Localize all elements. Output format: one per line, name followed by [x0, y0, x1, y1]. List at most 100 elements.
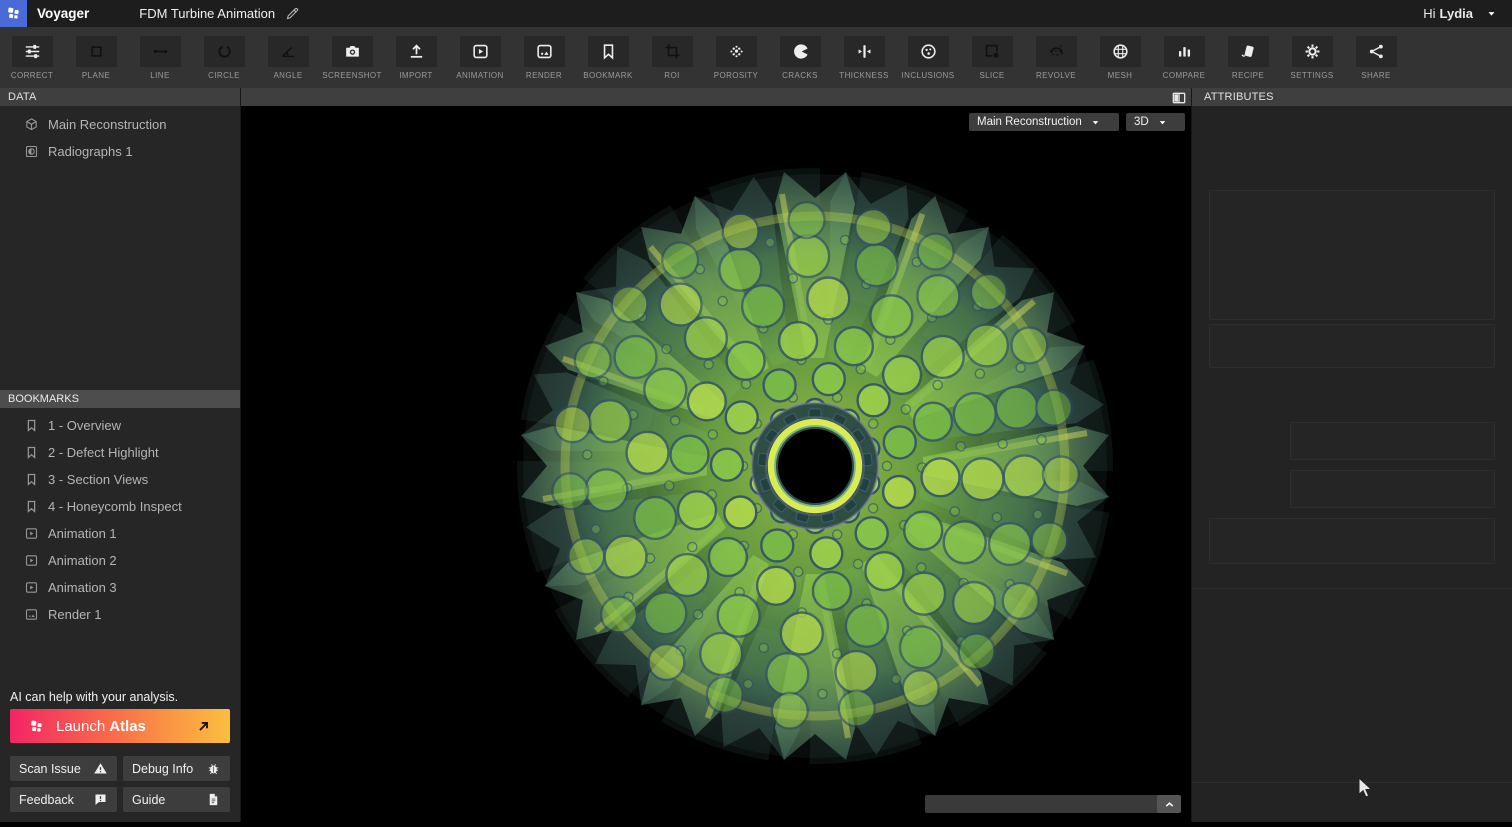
feedback-icon — [93, 792, 108, 807]
disabled-field-outline — [1290, 422, 1495, 460]
scan-issue-button[interactable]: Scan Issue — [10, 756, 117, 781]
plane-icon — [76, 36, 117, 67]
chevron-down-icon — [1485, 7, 1498, 20]
dataset-dropdown[interactable]: Main Reconstruction — [969, 113, 1119, 131]
tool-label: PLANE — [82, 71, 110, 80]
data-item-main-reconstruction[interactable]: Main Reconstruction — [0, 111, 240, 138]
tool-label: INCLUSIONS — [902, 71, 955, 80]
bookmark-icon — [24, 499, 39, 514]
volume-cube-icon — [24, 117, 39, 132]
timeline-collapsed-bar[interactable] — [925, 795, 1181, 813]
tool-roi[interactable]: ROI — [640, 27, 704, 88]
bookmark-item-3-section-views[interactable]: 3 - Section Views — [0, 466, 240, 493]
tool-revolve[interactable]: REVOLVE — [1024, 27, 1088, 88]
debug-info-button[interactable]: Debug Info — [123, 756, 230, 781]
tool-slice[interactable]: SLICE — [960, 27, 1024, 88]
tool-line[interactable]: LINE — [128, 27, 192, 88]
tool-recipe[interactable]: RECIPE — [1216, 27, 1280, 88]
dataset-dropdown-value: Main Reconstruction — [977, 116, 1082, 128]
inclusions-icon — [908, 36, 949, 67]
tool-cracks[interactable]: CRACKS — [768, 27, 832, 88]
item-label: Animation 3 — [48, 580, 117, 595]
tool-circle[interactable]: CIRCLE — [192, 27, 256, 88]
tool-label: LINE — [150, 71, 169, 80]
radiograph-icon — [24, 144, 39, 159]
tool-settings[interactable]: SETTINGS — [1280, 27, 1344, 88]
render-icon — [524, 36, 565, 67]
attributes-panel — [1192, 106, 1512, 822]
tool-screenshot[interactable]: SCREENSHOT — [320, 27, 384, 88]
main-toolbar: CORRECT PLANE LINE CIRCLEANGLESCREENSHOT IMP… — [0, 27, 1512, 88]
revolve-icon — [1036, 36, 1077, 67]
tool-label: CORRECT — [11, 71, 53, 80]
bookmark-item-1-overview[interactable]: 1 - Overview — [0, 412, 240, 439]
bookmark-item-animation-1[interactable]: Animation 1 — [0, 520, 240, 547]
item-label: Animation 1 — [48, 526, 117, 541]
warning-icon — [93, 761, 108, 776]
import-icon — [396, 36, 437, 67]
tool-label: SLICE — [979, 71, 1004, 80]
data-item-radiographs-1[interactable]: Radiographs 1 — [0, 138, 240, 165]
tool-label: IMPORT — [399, 71, 432, 80]
arrow-up-right-icon — [195, 718, 212, 735]
launch-atlas-label: LaunchAtlas — [56, 718, 146, 735]
tool-plane[interactable]: PLANE — [64, 27, 128, 88]
divider — [1192, 782, 1512, 783]
play-square-icon — [24, 580, 39, 595]
tool-angle[interactable]: ANGLE — [256, 27, 320, 88]
tool-mesh[interactable]: MESH — [1088, 27, 1152, 88]
play-square-icon — [24, 526, 39, 541]
bookmark-item-render-1[interactable]: Render 1 — [0, 601, 240, 628]
tool-label: ANIMATION — [456, 71, 503, 80]
tool-thickness[interactable]: THICKNESS — [832, 27, 896, 88]
recipe-icon — [1228, 36, 1269, 67]
user-menu[interactable]: Hi Lydia — [1423, 6, 1498, 21]
attributes-panel-toggle-icon[interactable] — [1171, 90, 1187, 104]
item-label: Radiographs 1 — [48, 144, 133, 159]
item-label: Render 1 — [48, 607, 101, 622]
ai-hint-text: AI can help with your analysis. — [10, 690, 178, 704]
tool-label: REVOLVE — [1036, 71, 1076, 80]
data-section-header: DATA — [8, 88, 37, 106]
bookmark-item-4-honeycomb-inspect[interactable]: 4 - Honeycomb Inspect — [0, 493, 240, 520]
expand-timeline-button[interactable] — [1157, 795, 1181, 813]
guide-button[interactable]: Guide — [123, 787, 230, 812]
item-label: Main Reconstruction — [48, 117, 167, 132]
play-square-icon — [24, 553, 39, 568]
thickness-icon — [844, 36, 885, 67]
tool-label: CRACKS — [782, 71, 818, 80]
tool-inclusions[interactable]: INCLUSIONS — [896, 27, 960, 88]
chevron-up-icon — [1163, 798, 1176, 811]
tool-compare[interactable]: COMPARE — [1152, 27, 1216, 88]
disabled-field-outline — [1290, 470, 1495, 508]
tool-label: BOOKMARK — [583, 71, 632, 80]
item-label: 4 - Honeycomb Inspect — [48, 499, 182, 514]
bookmark-item-animation-3[interactable]: Animation 3 — [0, 574, 240, 601]
bug-icon — [206, 761, 221, 776]
tool-correct[interactable]: CORRECT — [0, 27, 64, 88]
tool-render[interactable]: RENDER — [512, 27, 576, 88]
top-bar: Voyager FDM Turbine Animation Hi Lydia — [0, 0, 1512, 27]
tool-animation[interactable]: ANIMATION — [448, 27, 512, 88]
project-title: FDM Turbine Animation — [139, 6, 275, 21]
porosity-icon — [716, 36, 757, 67]
feedback-button[interactable]: Feedback — [10, 787, 117, 812]
atlas-logo-icon — [28, 718, 45, 735]
edit-title-pencil-icon[interactable] — [285, 6, 300, 21]
button-label: Feedback — [19, 793, 74, 807]
sliders-icon — [12, 36, 53, 67]
bookmark-item-animation-2[interactable]: Animation 2 — [0, 547, 240, 574]
circle-icon — [204, 36, 245, 67]
render-viewport[interactable]: Main Reconstruction 3D — [240, 106, 1192, 822]
launch-atlas-button[interactable]: LaunchAtlas — [10, 709, 230, 743]
tool-share[interactable]: SHARE — [1344, 27, 1408, 88]
tool-import[interactable]: IMPORT — [384, 27, 448, 88]
bookmark-icon — [588, 36, 629, 67]
tool-porosity[interactable]: POROSITY — [704, 27, 768, 88]
left-sidebar: Main ReconstructionRadiographs 1 BOOKMAR… — [0, 106, 240, 822]
tool-label: SHARE — [1361, 71, 1391, 80]
tool-bookmark[interactable]: BOOKMARK — [576, 27, 640, 88]
bookmark-item-2-defect-highlight[interactable]: 2 - Defect Highlight — [0, 439, 240, 466]
view-mode-dropdown[interactable]: 3D — [1126, 113, 1185, 131]
item-label: 1 - Overview — [48, 418, 121, 433]
